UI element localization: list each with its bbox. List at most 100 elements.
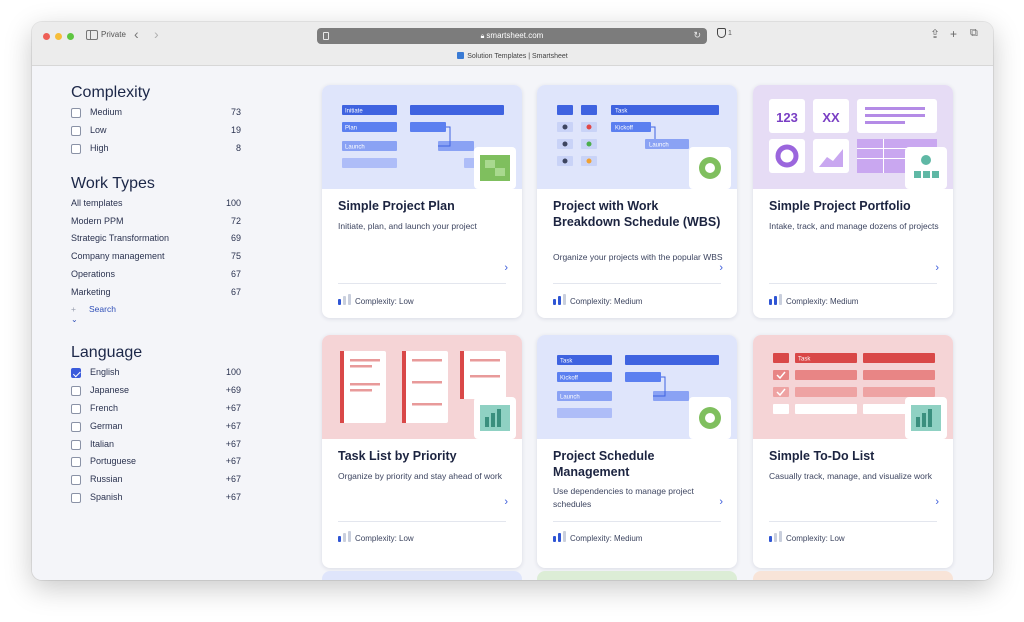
option-count: +67 — [225, 402, 241, 413]
complexity-option-high[interactable]: High 8 — [71, 140, 246, 158]
share-icon[interactable]: ⇪ — [930, 27, 940, 41]
checkbox[interactable] — [71, 108, 81, 118]
language-option-english[interactable]: English 100 — [71, 364, 246, 382]
option-count: +67 — [225, 438, 241, 449]
plus-icon: + — [71, 304, 76, 315]
option-count: +67 — [225, 492, 241, 503]
new-tab-icon[interactable]: + — [950, 27, 957, 41]
card-title[interactable]: Simple To-Do List — [769, 449, 944, 465]
work-type-company-management[interactable]: Company management 75 — [71, 248, 246, 266]
work-type-all-templates[interactable]: All templates 100 — [71, 195, 246, 213]
complexity-label: Complexity: Low — [355, 297, 414, 306]
checkbox[interactable] — [71, 421, 81, 432]
checkbox[interactable] — [71, 403, 81, 414]
language-option-russian[interactable]: Russian +67 — [71, 471, 246, 489]
svg-text:Plan: Plan — [345, 126, 357, 132]
minimize-window-button[interactable] — [55, 33, 62, 40]
checkbox[interactable] — [71, 125, 81, 136]
template-card-partial[interactable] — [753, 571, 953, 580]
option-label: English — [90, 367, 120, 378]
complexity-option-medium[interactable]: Medium 73 — [71, 104, 246, 122]
close-window-button[interactable] — [43, 33, 50, 40]
card-description: Casually track, manage, and visualize wo… — [769, 471, 932, 481]
option-label: Marketing — [71, 287, 111, 298]
reload-icon[interactable]: ↻ — [693, 30, 701, 41]
divider — [553, 283, 721, 284]
url-text: smartsheet.com — [486, 31, 544, 40]
option-count: +69 — [225, 384, 241, 395]
option-count: +67 — [225, 456, 241, 467]
language-option-japanese[interactable]: Japanese +69 — [71, 382, 246, 400]
chevron-right-icon[interactable]: › — [719, 262, 723, 274]
option-label: Medium — [90, 107, 123, 117]
complexity-option-low[interactable]: Low 19 — [71, 122, 246, 140]
work-type-modern-ppm[interactable]: Modern PPM 72 — [71, 213, 246, 231]
chevron-right-icon[interactable]: › — [504, 262, 508, 274]
language-option-portuguese[interactable]: Portuguese +67 — [71, 453, 246, 471]
template-card-project-wbs[interactable]: Task Kickoff Launch Project with Work Br… — [537, 85, 737, 318]
template-card-partial[interactable] — [322, 571, 522, 580]
privacy-shield-icon[interactable] — [717, 28, 726, 38]
smartsheet-favicon-icon — [457, 52, 465, 59]
tab-overview-icon[interactable]: ⧉ — [970, 27, 978, 40]
browser-window: Private ‹ › 🔒︎ smartsheet.com ↻ 1 ⇪ + ⧉ S… — [32, 22, 993, 580]
template-card-task-list-by-priority[interactable]: Task List by Priority Organize by priori… — [322, 335, 522, 568]
forward-arrow-icon[interactable]: › — [154, 26, 159, 42]
svg-text:Kickoff: Kickoff — [560, 376, 578, 382]
card-description: Organize by priority and stay ahead of w… — [338, 471, 502, 481]
option-label: Modern PPM — [71, 215, 124, 226]
card-title[interactable]: Simple Project Plan — [338, 199, 513, 215]
chevron-right-icon[interactable]: › — [504, 496, 508, 508]
work-type-marketing[interactable]: Marketing 67 — [71, 284, 246, 302]
card-title[interactable]: Project with Work Breakdown Schedule (WB… — [553, 199, 728, 230]
search-label: Search — [89, 304, 116, 315]
svg-text:Task: Task — [798, 357, 811, 363]
template-card-simple-project-plan[interactable]: Initiate Plan Launch Simple Project Plan… — [322, 85, 522, 318]
option-label: Strategic Transformation — [71, 233, 170, 244]
svg-text:Launch: Launch — [345, 145, 365, 151]
zoom-window-button[interactable] — [67, 33, 74, 40]
complexity-bars-icon — [338, 531, 351, 542]
chevron-down-icon[interactable]: ⌄ — [71, 316, 246, 328]
template-card-project-schedule-management[interactable]: Task Kickoff Launch Project Schedule Man… — [537, 335, 737, 568]
work-type-operations[interactable]: Operations 67 — [71, 266, 246, 284]
checkbox[interactable] — [71, 493, 81, 504]
template-card-simple-project-portfolio[interactable]: 123 XX Simple Project Portfolio Intake, … — [753, 85, 953, 318]
svg-text:123: 123 — [776, 110, 798, 125]
svg-text:Task: Task — [615, 109, 628, 115]
complexity-indicator: Complexity: Low — [338, 531, 414, 543]
filter-sidebar: Complexity Medium 73 Low 19 High 8 Work … — [71, 84, 246, 507]
complexity-label: Complexity: Low — [786, 534, 845, 543]
card-title[interactable]: Simple Project Portfolio — [769, 199, 944, 215]
chevron-right-icon[interactable]: › — [935, 262, 939, 274]
work-type-search-link[interactable]: + Search — [71, 302, 246, 316]
option-label: German — [90, 420, 123, 431]
checkbox[interactable] — [71, 457, 81, 468]
checkbox-checked[interactable] — [71, 368, 81, 379]
back-arrow-icon[interactable]: ‹ — [134, 26, 139, 42]
checkbox[interactable] — [71, 439, 81, 450]
card-title[interactable]: Project Schedule Management — [553, 449, 728, 480]
checkbox[interactable] — [71, 475, 81, 486]
option-count: 75 — [230, 251, 241, 262]
template-card-simple-to-do-list[interactable]: Task Simple To-Do List Casually track, m… — [753, 335, 953, 568]
work-type-strategic-transformation[interactable]: Strategic Transformation 69 — [71, 230, 246, 248]
sidebar-toggle-icon[interactable] — [86, 30, 98, 40]
chevron-right-icon[interactable]: › — [719, 496, 723, 508]
language-option-spanish[interactable]: Spanish +67 — [71, 489, 246, 507]
active-tab[interactable]: Solution Templates | Smartsheet — [32, 52, 993, 60]
language-option-italian[interactable]: Italian +67 — [71, 436, 246, 454]
template-card-partial[interactable] — [537, 571, 737, 580]
card-title[interactable]: Task List by Priority — [338, 449, 513, 465]
chevron-right-icon[interactable]: › — [935, 496, 939, 508]
checkbox[interactable] — [71, 143, 81, 154]
option-count: 8 — [235, 142, 241, 153]
language-option-french[interactable]: French +67 — [71, 400, 246, 418]
checkbox[interactable] — [71, 385, 81, 396]
divider — [769, 283, 937, 284]
address-bar[interactable]: 🔒︎ smartsheet.com ↻ — [317, 28, 707, 44]
language-option-german[interactable]: German +67 — [71, 418, 246, 436]
complexity-label: Complexity: Medium — [570, 297, 643, 306]
complexity-bars-icon — [769, 294, 782, 305]
option-count: +67 — [225, 420, 241, 431]
